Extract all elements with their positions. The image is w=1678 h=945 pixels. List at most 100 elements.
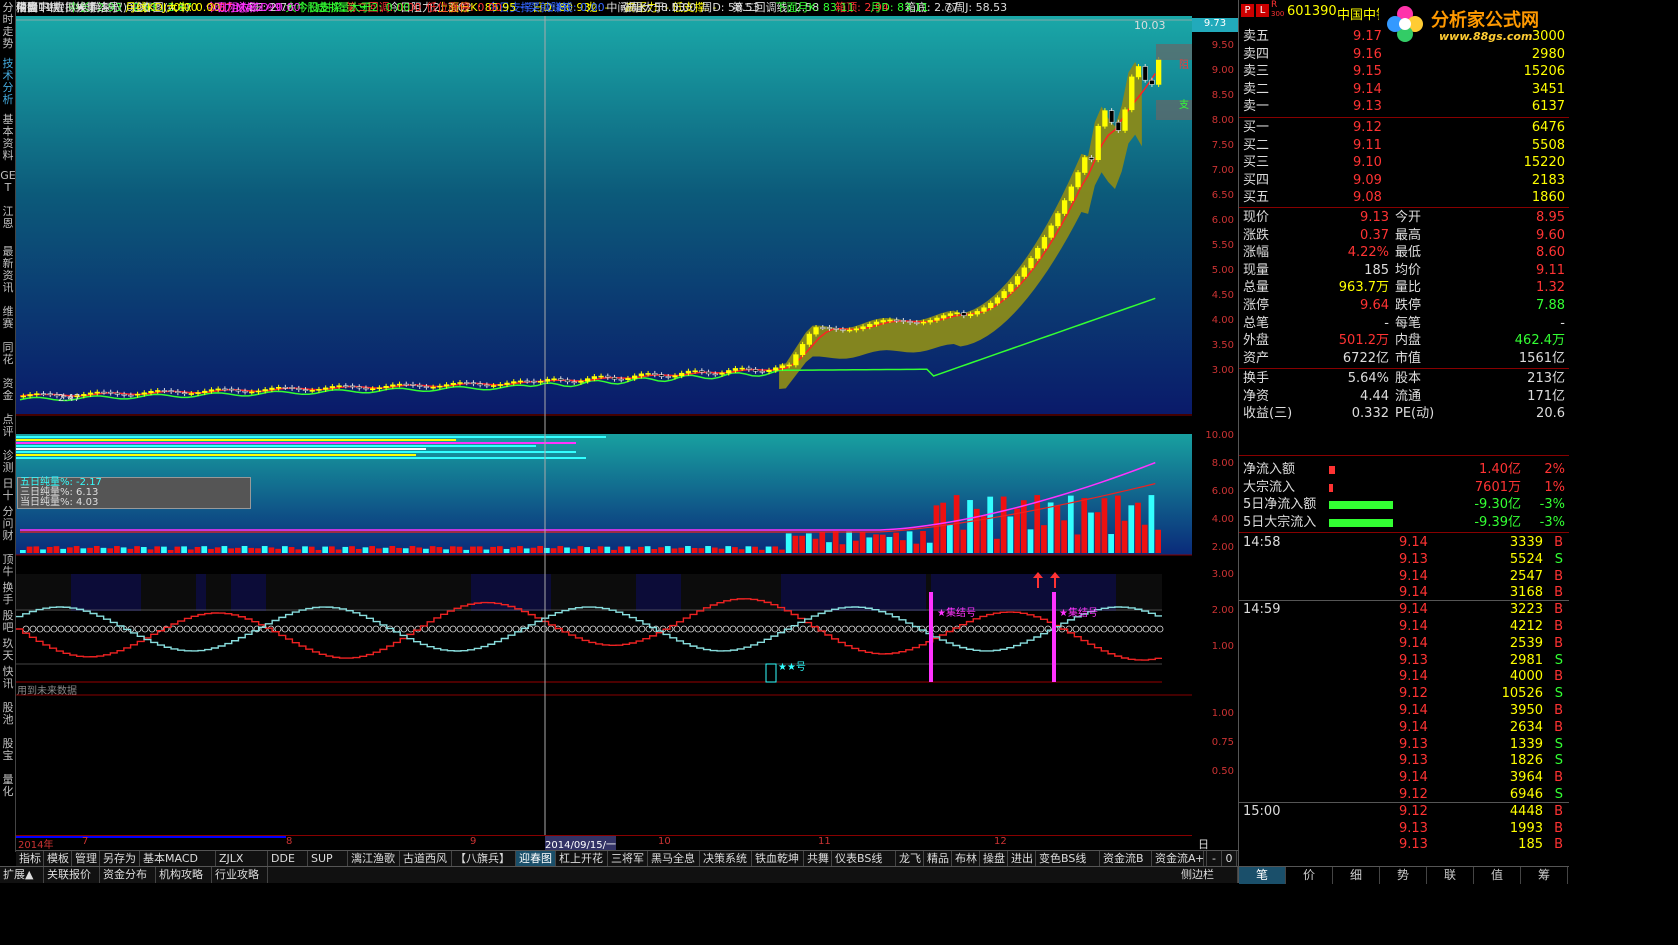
price-axis-label: 3.00 <box>1211 365 1234 376</box>
xaxis-label-year: 2014年 <box>18 840 54 851</box>
tab-19[interactable]: 龙飞 <box>896 851 924 867</box>
tick-price: 9.13 <box>1399 736 1428 752</box>
stat-label: 收益(三) <box>1243 406 1293 422</box>
sidebar-item-3[interactable]: GET <box>0 170 16 194</box>
quote-tab-3[interactable]: 势 <box>1380 867 1427 884</box>
tab-16[interactable]: 铁血乾坤 <box>752 851 804 867</box>
quote-tab-6[interactable]: 筹 <box>1521 867 1568 884</box>
stat-label: 涨幅 <box>1243 245 1270 261</box>
sidebar-item-7[interactable]: 同花 <box>0 342 16 366</box>
bottom-button-3[interactable]: 机构攻略 <box>156 867 212 883</box>
sidebar-item-0[interactable]: 分时走势 <box>0 2 16 50</box>
sidebar-toggle-button[interactable]: 侧边栏 <box>1178 867 1238 883</box>
tab-1[interactable]: 模板 <box>44 851 72 867</box>
kline-chart[interactable] <box>16 0 1192 835</box>
chart-area[interactable]: 中国中铁(日线,前复权) 迎春图(4,1) 今日阻力: 2.99 今日支撑: 2.9… <box>16 0 1192 835</box>
tick-price: 9.14 <box>1399 535 1428 550</box>
tab-11[interactable]: 迎春图 <box>516 851 556 867</box>
kdj-axis-label: 3.00 <box>1211 569 1234 580</box>
tab-21[interactable]: 布林 <box>952 851 980 867</box>
quote-tab-5[interactable]: 值 <box>1474 867 1521 884</box>
tab-18[interactable]: 仪表BS线 <box>832 851 896 867</box>
price-axis-label: 7.00 <box>1211 165 1234 176</box>
tab-17[interactable]: 共舞 <box>804 851 832 867</box>
tab-9[interactable]: 古道西风 <box>400 851 452 867</box>
sidebar-item-20[interactable]: 股宝 <box>0 738 16 762</box>
price-axis-label: 5.50 <box>1211 240 1234 251</box>
tick-volume: 2981 <box>1509 652 1543 668</box>
quote-row: 9.14 4000 B <box>1243 668 1565 685</box>
tab-2[interactable]: 管理 <box>72 851 100 867</box>
tab-5[interactable]: ZJLX <box>216 851 268 867</box>
order-volume: 3000 <box>1531 29 1565 44</box>
zoom-control-0[interactable]: + <box>1192 851 1207 867</box>
volume-axis-label: 2.00 <box>1211 542 1234 553</box>
tab-12[interactable]: 杠上开花 <box>556 851 608 867</box>
sidebar-item-11[interactable]: 日十 <box>0 478 16 502</box>
tick-price: 9.14 <box>1399 619 1428 634</box>
tab-13[interactable]: 三将军 <box>608 851 648 867</box>
tick-price: 9.12 <box>1399 803 1428 819</box>
order-price: 9.11 <box>1353 137 1382 153</box>
tab-22[interactable]: 操盘 <box>980 851 1008 867</box>
tab-14[interactable]: 黑马全息 <box>648 851 700 867</box>
tab-20[interactable]: 精品 <box>924 851 952 867</box>
sidebar-item-5[interactable]: 最新资讯 <box>0 246 16 294</box>
sidebar-item-6[interactable]: 维赛 <box>0 306 16 330</box>
left-sidebar: 分时走势 技术分析 基本资料 GET 江恩 最新资讯 维赛 同花 资金 点评 诊测 日十分问财 顶牛 换手… <box>0 0 16 852</box>
stat-value: 963.7万 <box>1338 280 1389 296</box>
sidebar-item-19[interactable]: 股池 <box>0 702 16 726</box>
bottom-button-0[interactable]: 扩展▲ <box>0 867 44 883</box>
tab-25[interactable]: 资金流B <box>1100 851 1152 867</box>
sidebar-item-10[interactable]: 诊测 <box>0 450 16 474</box>
tab-10[interactable]: 【八旗兵】 <box>452 851 516 867</box>
sidebar-item-17[interactable]: 玖天 <box>0 638 16 662</box>
tab-15[interactable]: 决策系统 <box>700 851 752 867</box>
order-volume: 6137 <box>1531 99 1565 115</box>
stat-label: 最低 <box>1395 245 1422 261</box>
flow-bar <box>1329 483 1333 492</box>
quote-tab-1[interactable]: 价 <box>1286 867 1333 884</box>
stat-label: 流通 <box>1395 388 1422 404</box>
bottom-button-2[interactable]: 资金分布 <box>100 867 156 883</box>
sidebar-item-13[interactable]: 问财 <box>0 518 16 542</box>
tab-8[interactable]: 漓江渔歌 <box>348 851 400 867</box>
quote-tab-0[interactable]: 笔 <box>1239 867 1286 884</box>
quote-tab-2[interactable]: 细 <box>1333 867 1380 884</box>
tab-0[interactable]: 指标 <box>16 851 44 867</box>
tab-23[interactable]: 进出 <box>1008 851 1036 867</box>
order-label: 买二 <box>1243 137 1270 153</box>
tick-price: 9.14 <box>1399 770 1428 786</box>
current-price-tag: 9.73 <box>1192 18 1238 32</box>
sidebar-item-14[interactable]: 顶牛 <box>0 554 16 578</box>
bottom-button-1[interactable]: 关联报价 <box>44 867 100 883</box>
flow-label: 净流入额 <box>1243 462 1296 477</box>
bottom-button-4[interactable]: 行业攻略 <box>212 867 268 883</box>
sidebar-item-16[interactable]: 股吧 <box>0 610 16 634</box>
flow-row: 5日大宗流入 -9.39亿 -3% <box>1243 514 1565 531</box>
tick-volume: 4000 <box>1509 669 1543 685</box>
tab-6[interactable]: DDE <box>268 851 308 867</box>
sidebar-item-2[interactable]: 基本资料 <box>0 114 16 162</box>
zoom-control-1[interactable]: - <box>1207 851 1222 867</box>
order-volume: 2183 <box>1531 172 1565 188</box>
quote-row: 收益(三) 0.332 PE(动) 20.6 <box>1243 405 1565 422</box>
quote-tab-4[interactable]: 联 <box>1427 867 1474 884</box>
stat-value: 1.32 <box>1536 280 1565 296</box>
tab-7[interactable]: SUP <box>308 851 348 867</box>
sidebar-item-9[interactable]: 点评 <box>0 414 16 438</box>
sidebar-item-18[interactable]: 快讯 <box>0 666 16 690</box>
order-price: 9.14 <box>1353 81 1382 97</box>
tab-4[interactable]: 基本MACD <box>140 851 216 867</box>
tab-24[interactable]: 变色BS线 <box>1036 851 1100 867</box>
sidebar-item-1[interactable]: 技术分析 <box>0 58 16 106</box>
sidebar-item-21[interactable]: 量化 <box>0 774 16 798</box>
tab-3[interactable]: 另存为 <box>100 851 140 867</box>
order-volume: 15220 <box>1523 155 1565 171</box>
quote-row: 卖三 9.15 15206 <box>1243 63 1565 80</box>
sidebar-item-4[interactable]: 江恩 <box>0 206 16 230</box>
quote-row: 9.12 6946 S <box>1243 786 1565 803</box>
sidebar-item-15[interactable]: 换手 <box>0 582 16 606</box>
zoom-control-2[interactable]: 0 <box>1222 851 1237 867</box>
sidebar-item-8[interactable]: 资金 <box>0 378 16 402</box>
